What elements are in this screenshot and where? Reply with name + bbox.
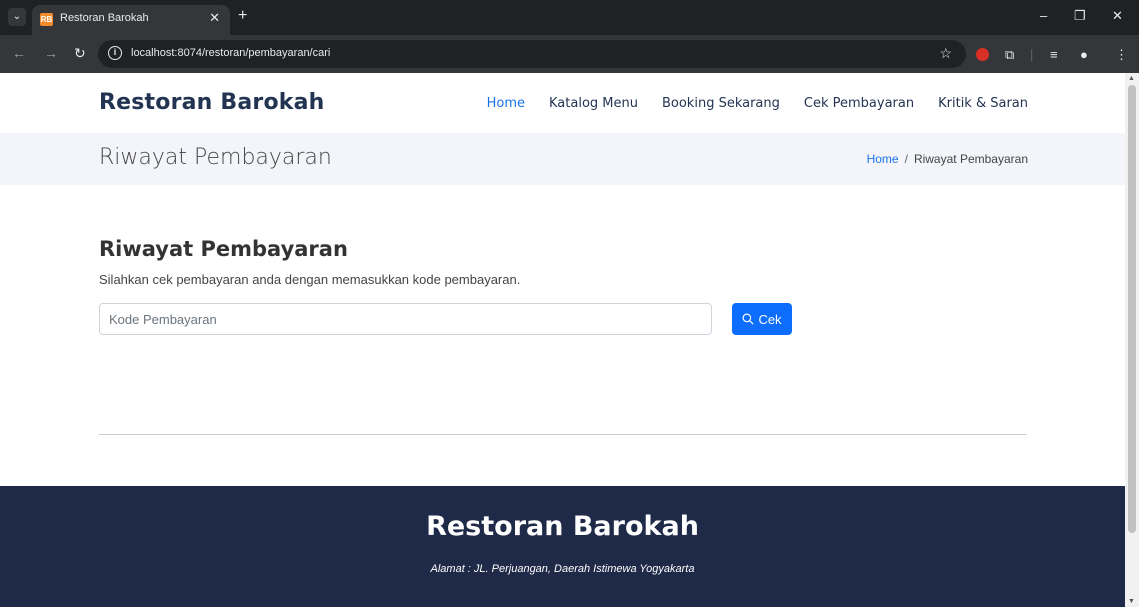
breadcrumb-home-link[interactable]: Home xyxy=(867,152,899,166)
footer-brand: Restoran Barokah xyxy=(426,511,699,542)
cek-button[interactable]: Cek xyxy=(732,303,792,335)
profile-avatar-icon[interactable]: ● xyxy=(1080,47,1088,62)
nav-katalog-menu[interactable]: Katalog Menu xyxy=(549,96,638,111)
extension-red-icon[interactable] xyxy=(976,48,989,61)
site-brand[interactable]: Restoran Barokah xyxy=(99,90,325,115)
site-info-icon[interactable]: i xyxy=(108,46,122,60)
tab-close-icon[interactable]: ✕ xyxy=(209,10,220,26)
scroll-down-arrow-icon[interactable]: ▼ xyxy=(1128,598,1135,605)
main-nav: Home Katalog Menu Booking Sekarang Cek P… xyxy=(487,96,1028,111)
browser-toolbar: ← → ↻ i localhost:8074/restoran/pembayar… xyxy=(0,35,1139,73)
reload-icon[interactable]: ↻ xyxy=(74,45,86,62)
scroll-up-arrow-icon[interactable]: ▲ xyxy=(1128,75,1135,82)
restore-icon[interactable]: ❐ xyxy=(1074,8,1086,24)
nav-booking-sekarang[interactable]: Booking Sekarang xyxy=(662,96,780,111)
footer-address: Alamat : JL. Perjuangan, Daerah Istimewa… xyxy=(430,563,695,575)
browser-tab[interactable]: RB Restoran Barokah ✕ xyxy=(32,5,230,35)
nav-cek-pembayaran[interactable]: Cek Pembayaran xyxy=(804,96,914,111)
minimize-icon[interactable]: – xyxy=(1040,8,1047,23)
browser-tab-bar: ⌄ RB Restoran Barokah ✕ + – ❐ ✕ xyxy=(0,0,1139,35)
payment-code-input[interactable] xyxy=(99,303,712,335)
tab-title: Restoran Barokah xyxy=(60,12,149,24)
breadcrumb-current: Riwayat Pembayaran xyxy=(913,152,1028,166)
close-window-icon[interactable]: ✕ xyxy=(1112,8,1123,24)
url-text: localhost:8074/restoran/pembayaran/cari xyxy=(131,47,331,59)
forward-arrow-icon[interactable]: → xyxy=(44,45,58,61)
address-bar[interactable]: i localhost:8074/restoran/pembayaran/car… xyxy=(98,40,966,68)
site-header: Restoran Barokah Home Katalog Menu Booki… xyxy=(0,73,1125,133)
section-title: Riwayat Pembayaran xyxy=(99,237,348,261)
reading-list-icon[interactable]: ≡ xyxy=(1050,47,1058,62)
toolbar-divider: | xyxy=(1030,47,1034,62)
site-footer: Restoran Barokah Alamat : JL. Perjuangan… xyxy=(0,486,1125,607)
nav-kritik-saran[interactable]: Kritik & Saran xyxy=(938,96,1028,111)
content-divider xyxy=(99,434,1027,435)
breadcrumbs-bar: Riwayat Pembayaran Home / Riwayat Pembayar… xyxy=(0,133,1125,185)
page-viewport: Restoran Barokah Home Katalog Menu Booki… xyxy=(0,73,1125,607)
page-title: Riwayat Pembayaran xyxy=(99,145,332,170)
section-description: Silahkan cek pembayaran anda dengan mema… xyxy=(99,272,521,287)
nav-home[interactable]: Home xyxy=(487,96,525,111)
back-arrow-icon[interactable]: ← xyxy=(12,45,26,61)
scrollbar-thumb[interactable] xyxy=(1128,85,1136,533)
breadcrumb-separator: / xyxy=(904,152,908,166)
extensions-puzzle-icon[interactable]: ⧉ xyxy=(1005,47,1014,63)
cek-button-label: Cek xyxy=(758,311,782,327)
page-scrollbar[interactable]: ▲ ▼ xyxy=(1125,73,1139,607)
breadcrumb: Home / Riwayat Pembayaran xyxy=(867,152,1028,166)
new-tab-plus-icon[interactable]: + xyxy=(238,7,247,25)
bookmark-star-icon[interactable]: ☆ xyxy=(939,45,952,62)
tab-search-chevron-icon[interactable]: ⌄ xyxy=(8,8,26,26)
search-icon xyxy=(742,313,754,325)
more-menu-icon[interactable]: ⋮ xyxy=(1115,47,1128,63)
favicon-icon: RB xyxy=(40,13,53,26)
